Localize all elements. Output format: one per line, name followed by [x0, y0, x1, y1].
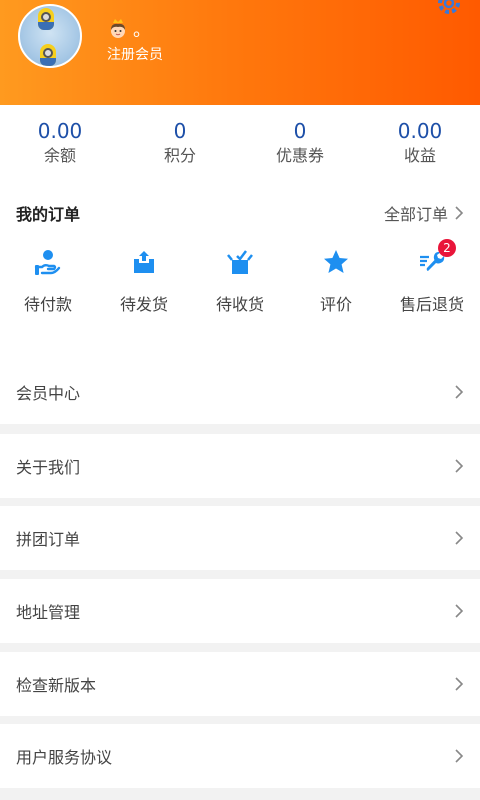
member-level: 注册会员 — [107, 47, 163, 63]
after-sales-badge: 2 — [438, 239, 456, 257]
stat-value: 0.00 — [37, 119, 83, 143]
stat-label: 收益 — [403, 146, 436, 165]
order-status-label: 待收货 — [215, 295, 264, 314]
stat-label: 积分 — [163, 146, 196, 165]
stat-coupons[interactable]: 0 优惠券 — [240, 105, 360, 185]
stat-value: 0 — [293, 119, 307, 143]
menu-item-check-update[interactable]: 检查新版本 — [0, 652, 480, 716]
princess-face-icon — [111, 19, 125, 38]
all-orders-label: 全部订单 — [383, 205, 448, 224]
menu-item-label: 会员中心 — [16, 384, 81, 403]
order-status-label: 待发货 — [119, 295, 168, 314]
menu-item-label: 拼团订单 — [16, 530, 81, 549]
order-after-sales[interactable]: 2 售后退货 — [384, 239, 480, 315]
order-pending-receipt[interactable]: 待收货 — [192, 241, 288, 315]
orders-header: 我的订单 全部订单 — [0, 185, 480, 241]
all-orders-link[interactable]: 全部订单 — [384, 201, 464, 225]
menu-item-label: 关于我们 — [16, 458, 81, 477]
chevron-right-icon — [455, 206, 464, 220]
nickname: 。 — [107, 16, 151, 42]
minion-figure — [38, 8, 54, 30]
menu-item-address-management[interactable]: 地址管理 — [0, 579, 480, 643]
account-stats: 0.00 余额 0 积分 0 优惠券 0.00 收益 — [0, 105, 480, 185]
stat-balance[interactable]: 0.00 余额 — [0, 105, 120, 185]
orders-section: 我的订单 全部订单 待付款 待发货 待收货 评价 2 售后退货 — [0, 185, 480, 360]
menu-item-member-center[interactable]: 会员中心 — [0, 360, 480, 424]
order-status-label: 待付款 — [23, 295, 72, 314]
hand-money-icon — [34, 250, 61, 275]
menu-item-about-us[interactable]: 关于我们 — [0, 434, 480, 498]
order-pending-shipment[interactable]: 待发货 — [96, 241, 192, 315]
star-icon — [324, 250, 348, 273]
chevron-right-icon — [455, 459, 464, 473]
stat-value: 0.00 — [397, 119, 443, 143]
stat-points[interactable]: 0 积分 — [120, 105, 240, 185]
profile-header: 。 注册会员 — [0, 0, 480, 105]
menu-item-label: 用户服务协议 — [16, 748, 113, 767]
stat-earnings[interactable]: 0.00 收益 — [360, 105, 480, 185]
chevron-right-icon — [455, 531, 464, 545]
stat-label: 余额 — [43, 146, 76, 165]
menu-item-group-orders[interactable]: 拼团订单 — [0, 506, 480, 570]
order-review[interactable]: 评价 — [288, 241, 384, 315]
order-status-label: 评价 — [319, 295, 352, 314]
box-upload-icon — [134, 251, 154, 273]
chevron-right-icon — [455, 385, 464, 399]
menu-item-label: 检查新版本 — [16, 676, 97, 695]
menu-item-user-agreement[interactable]: 用户服务协议 — [0, 724, 480, 788]
stat-value: 0 — [173, 119, 187, 143]
menu-item-label: 地址管理 — [16, 603, 81, 622]
chevron-right-icon — [455, 677, 464, 691]
order-status-row: 待付款 待发货 待收货 评价 2 售后退货 — [0, 239, 480, 315]
chevron-right-icon — [455, 749, 464, 763]
stat-label: 优惠券 — [275, 146, 324, 165]
order-pending-payment[interactable]: 待付款 — [0, 241, 96, 315]
avatar[interactable] — [18, 4, 82, 68]
chevron-right-icon — [455, 604, 464, 618]
minion-figure — [40, 44, 56, 66]
order-status-label: 售后退货 — [399, 295, 464, 314]
orders-title: 我的订单 — [16, 205, 81, 224]
gear-icon[interactable] — [436, 0, 462, 16]
box-open-icon — [227, 250, 253, 274]
nickname-text: 。 — [133, 20, 151, 41]
